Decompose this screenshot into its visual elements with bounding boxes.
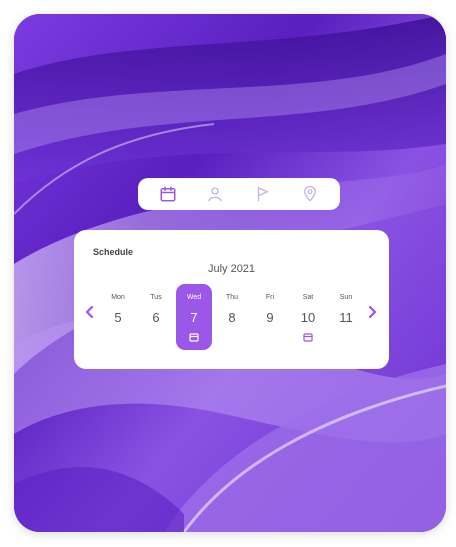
calendar-icon <box>160 186 176 202</box>
nav-profile-button[interactable] <box>200 181 230 207</box>
day-name: Tus <box>150 294 162 301</box>
month-label: July 2021 <box>207 263 256 275</box>
event-calendar-icon <box>303 333 313 342</box>
day-number: 11 <box>339 310 353 325</box>
schedule-title: Schedule <box>93 247 134 257</box>
day-fri[interactable]: Fri 9 <box>252 284 288 350</box>
day-sat[interactable]: Sat 10 <box>290 284 326 350</box>
day-mon[interactable]: Mon 5 <box>100 284 136 350</box>
day-number: 10 <box>300 310 316 325</box>
day-number: 8 <box>228 310 236 325</box>
day-name: Thu <box>225 294 239 301</box>
day-name: Wed <box>186 294 202 301</box>
prev-week-button[interactable] <box>82 302 98 322</box>
week-days-row: Mon 5 Tus 6 Wed 7 Thu 8 Fri 9 Sat 10 Sun… <box>100 284 364 350</box>
day-name: Fri <box>265 294 275 301</box>
location-pin-icon <box>304 185 317 202</box>
day-number: 7 <box>190 310 198 325</box>
day-number: 9 <box>266 310 274 325</box>
next-week-button[interactable] <box>364 302 380 322</box>
day-tue[interactable]: Tus 6 <box>138 284 174 350</box>
nav-flag-button[interactable] <box>248 181 278 207</box>
event-calendar-icon <box>189 333 199 342</box>
top-nav-bar <box>138 178 340 210</box>
day-number: 6 <box>152 310 160 325</box>
day-thu[interactable]: Thu 8 <box>214 284 250 350</box>
app-card: Schedule July 2021 Mon 5 Tus 6 Wed 7 Thu… <box>14 14 446 532</box>
person-icon <box>208 187 222 202</box>
nav-location-button[interactable] <box>295 181 325 207</box>
day-sun[interactable]: Sun 11 <box>328 284 364 350</box>
flag-icon <box>257 186 268 202</box>
nav-calendar-button[interactable] <box>153 181 183 207</box>
chevron-right-icon <box>368 306 377 318</box>
chevron-left-icon <box>85 306 94 318</box>
day-wed[interactable]: Wed 7 <box>176 284 212 350</box>
day-number: 5 <box>114 310 122 325</box>
day-name: Sat <box>302 294 314 301</box>
day-name: Mon <box>111 294 125 301</box>
day-name: Sun <box>339 294 353 301</box>
schedule-panel: Schedule July 2021 Mon 5 Tus 6 Wed 7 Thu… <box>74 230 389 369</box>
